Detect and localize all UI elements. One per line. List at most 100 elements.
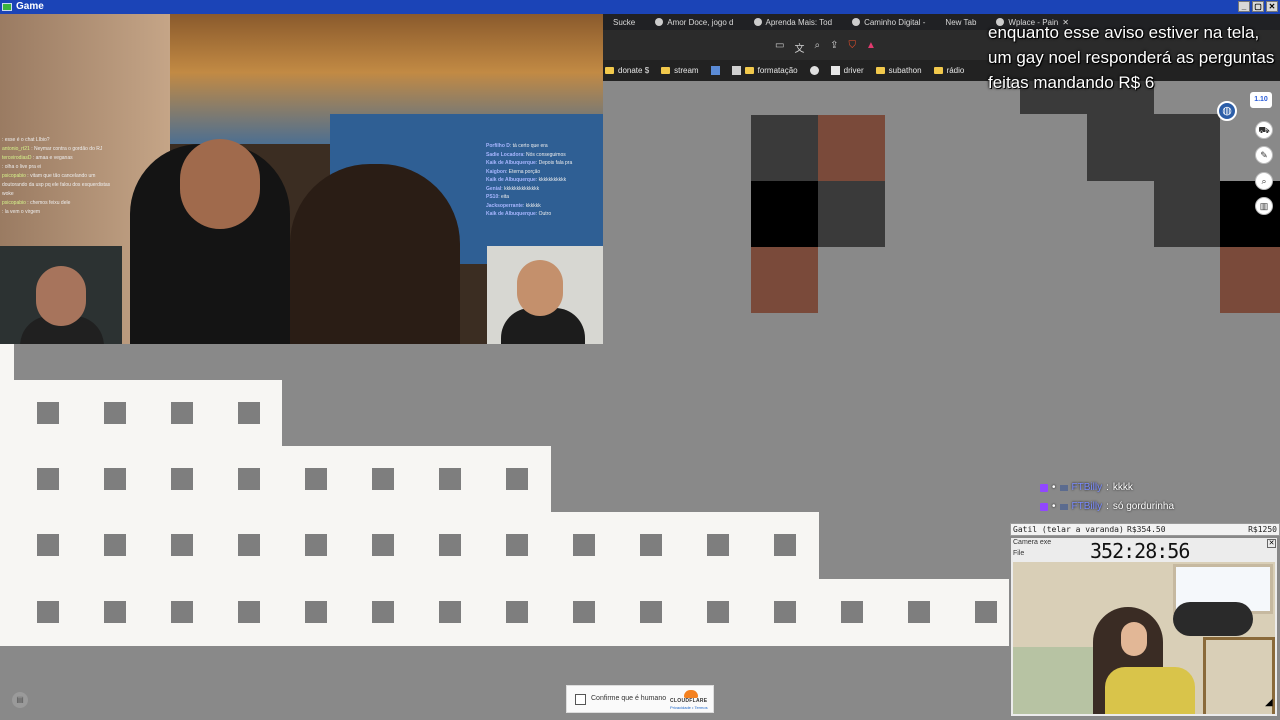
bookmark-donate[interactable]: donate $ — [605, 66, 649, 75]
close-button[interactable]: ✕ — [1266, 1, 1278, 12]
building-window — [104, 468, 126, 490]
bookmark-label: subathon — [888, 66, 922, 75]
donation-goal-bar: Gatil (telar a varanda) R$354.50 R$1250 — [1010, 523, 1280, 536]
building-window — [372, 468, 394, 490]
share-icon[interactable]: ⇪ — [830, 40, 838, 55]
cloud-icon — [684, 690, 698, 698]
folder-icon — [875, 67, 885, 74]
captcha-links[interactable]: Privacidade • Termos — [670, 705, 708, 710]
canvas-pixel[interactable] — [818, 115, 885, 181]
camera-window-title: Camera exe — [1013, 539, 1052, 546]
chat-message: : esse é o chat LIbio? — [2, 137, 50, 143]
app-icon — [710, 66, 720, 75]
browser-tab[interactable]: Caminho Digital - — [842, 18, 935, 27]
building-window — [506, 601, 528, 623]
tab-label: Caminho Digital - — [864, 17, 926, 27]
brave-shield-icon[interactable]: ⛉ — [848, 40, 856, 55]
building-window — [774, 534, 796, 556]
tab-favicon-icon — [753, 18, 762, 26]
stream-video: : esse é o chat LIbio? antonio_rt21 : Ne… — [0, 14, 603, 344]
chat-message: Porfilho D: tá certo que era — [486, 143, 548, 149]
building-window — [104, 534, 126, 556]
building-strip — [0, 344, 14, 380]
tab-label: Amor Doce, jogo d — [667, 17, 734, 27]
bookmark-label: formatação — [757, 66, 798, 75]
building-window — [372, 534, 394, 556]
globe-icon[interactable]: ◍ — [1217, 101, 1237, 121]
paint-icon[interactable]: ✎ — [1255, 146, 1273, 164]
chat-message: terceirodiasD : amaa e veganas — [2, 155, 73, 161]
window-title-bar: Game _ ▢ ✕ — [0, 0, 1280, 14]
building-window — [573, 601, 595, 623]
bookmark-chrome[interactable] — [809, 66, 819, 75]
bookmark-formatacao[interactable]: formatação — [731, 66, 798, 75]
building-window — [171, 534, 193, 556]
building-window — [506, 534, 528, 556]
cam-sofa — [1013, 647, 1103, 714]
goal-title: Gatil (telar a varanda) — [1013, 525, 1124, 534]
subathon-timer: 352:28:56 — [1090, 539, 1190, 563]
streamer-webcam-right — [487, 246, 603, 344]
captcha-checkbox[interactable] — [575, 694, 586, 705]
canvas-pixel[interactable] — [1087, 114, 1220, 181]
tab-favicon-icon — [852, 18, 861, 26]
cloudflare-logo: CLOUDFLARE — [670, 690, 708, 704]
scroll-arrow-icon[interactable]: ◢ — [1265, 697, 1275, 711]
translate-icon[interactable]: 文 — [794, 40, 804, 55]
folder-icon — [744, 67, 754, 74]
chat-message: : olha o live pra ei — [2, 164, 42, 170]
browser-tab[interactable]: New Tab — [935, 18, 986, 27]
captcha-label: Confirme que é humano — [591, 695, 667, 702]
stream-chat-right: Porfilho D: tá certo que era Sadie Locad… — [486, 142, 602, 219]
streamer-webcam-left — [0, 246, 122, 344]
overlay-toggle-button[interactable]: ▤ — [12, 692, 28, 708]
minimize-button[interactable]: _ — [1238, 1, 1250, 12]
bookmark-label: stream — [674, 66, 699, 75]
building-window — [238, 534, 260, 556]
bookmark-stream[interactable]: stream — [661, 66, 699, 75]
chat-message: PS10: eita — [486, 194, 510, 200]
canvas-pixel[interactable] — [818, 181, 885, 247]
cam-person-shirt — [1105, 667, 1195, 714]
screen-icon[interactable]: ▭ — [775, 40, 784, 55]
building-window — [439, 468, 461, 490]
badge-icon — [1059, 484, 1068, 491]
stats-icon[interactable]: ▥ — [1255, 197, 1273, 215]
rewards-icon[interactable]: ▲ — [866, 40, 876, 55]
canvas-pixel[interactable] — [1220, 247, 1280, 313]
canvas-pixel[interactable] — [751, 181, 818, 247]
bookmark-driver[interactable]: driver — [830, 66, 864, 75]
camera-close-icon[interactable]: ✕ — [1267, 539, 1276, 548]
bookmark-subathon[interactable]: subathon — [875, 66, 922, 75]
bookmark-label: rádio — [946, 66, 965, 75]
building-window — [238, 402, 260, 424]
goal-amount: R$354.50 — [1127, 525, 1166, 534]
badge-icon — [1059, 503, 1068, 510]
maximize-button[interactable]: ▢ — [1252, 1, 1264, 12]
building-window — [171, 402, 193, 424]
browser-tab[interactable]: Sucke — [603, 18, 645, 27]
bookmark-radio[interactable]: rádio — [933, 66, 965, 75]
streamer-face — [517, 260, 563, 316]
bookmark-app[interactable] — [710, 66, 720, 75]
canvas-pixel[interactable] — [751, 115, 818, 181]
canvas-pixel[interactable] — [751, 247, 818, 313]
building-window — [238, 468, 260, 490]
goal-target: R$1250 — [1248, 525, 1277, 534]
chat-message: Kaik de Albuquerque: Depois fala pra — [486, 160, 573, 166]
chat-message: : la vem o virgem — [2, 209, 41, 215]
browser-tab[interactable]: Aprenda Mais: Tod — [744, 18, 843, 27]
store-icon[interactable]: ⛟ — [1255, 121, 1273, 139]
browser-tab[interactable]: Amor Doce, jogo d — [645, 18, 743, 27]
canvas-pixel[interactable] — [1220, 181, 1280, 247]
folder-icon — [605, 67, 614, 74]
cam-cat — [1173, 602, 1253, 636]
canvas-pixel[interactable] — [1154, 181, 1220, 247]
cloudflare-text: CLOUDFLARE — [670, 698, 708, 704]
search-icon[interactable]: ⌕ — [1255, 172, 1273, 190]
camera-file-menu[interactable]: File — [1013, 550, 1024, 557]
page-icon — [830, 66, 840, 75]
zoom-icon[interactable]: ⌕ — [814, 40, 820, 55]
cam-person-face — [1121, 622, 1147, 656]
stream-person-head — [180, 139, 260, 229]
